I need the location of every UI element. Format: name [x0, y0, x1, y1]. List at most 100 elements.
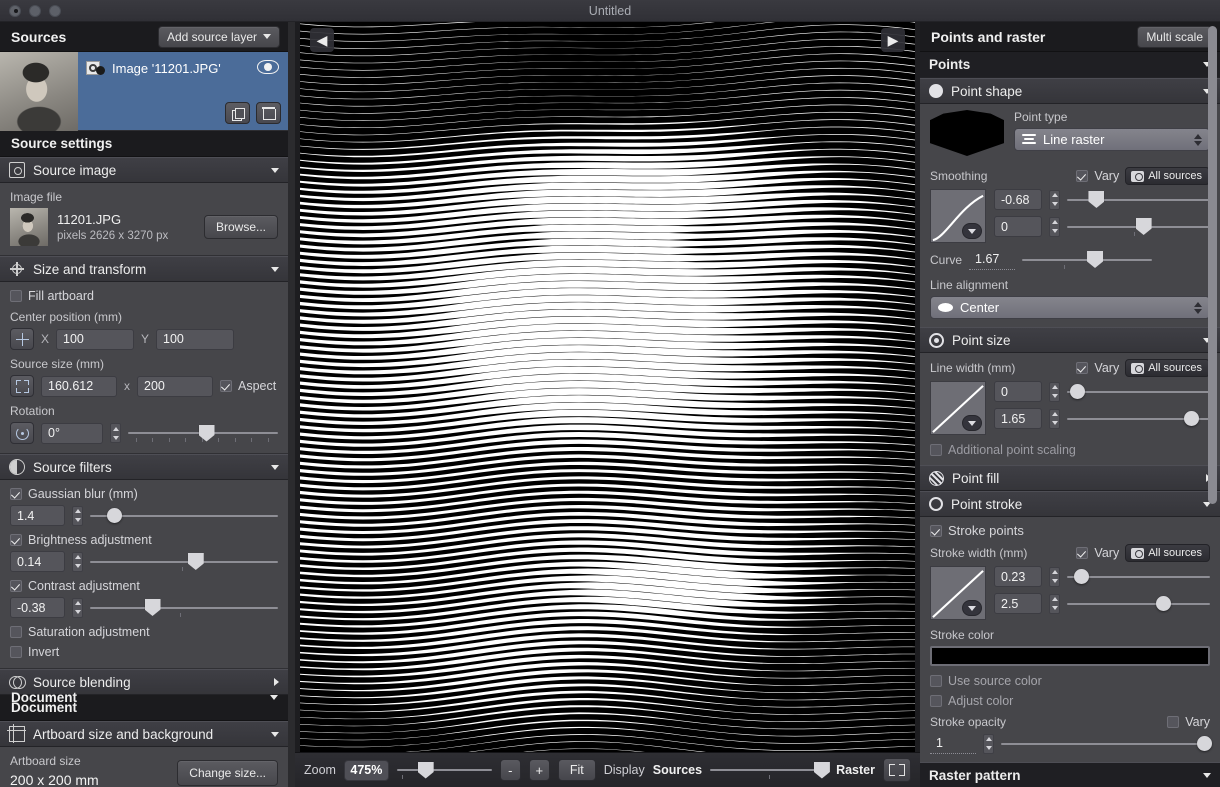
stroke-width-max-slider[interactable]	[1067, 594, 1210, 614]
point-type-select[interactable]: Line raster	[1014, 128, 1210, 151]
group-source-image[interactable]: Source image	[0, 157, 288, 183]
brightness-stepper[interactable]	[72, 551, 83, 572]
line-width-curve-dropdown[interactable]	[962, 415, 982, 431]
stroke-width-curve-preview[interactable]	[930, 566, 986, 620]
canvas-area[interactable]: ◀ ▶ Animation Zoom 475% - + Fit Display …	[295, 22, 920, 787]
group-size-and-transform[interactable]: Size and transform	[0, 256, 288, 282]
center-position-button[interactable]	[10, 328, 34, 350]
smoothing-min-stepper[interactable]	[1049, 189, 1060, 210]
multi-scale-button[interactable]: Multi scale	[1137, 25, 1212, 48]
add-source-layer-button[interactable]: Add source layer	[157, 25, 280, 48]
line-width-max-input[interactable]: 1.65	[994, 408, 1042, 429]
scrollbar-thumb[interactable]	[1208, 26, 1217, 504]
line-width-min-stepper[interactable]	[1049, 381, 1060, 402]
stroke-points-checkbox[interactable]: Stroke points	[930, 523, 1210, 538]
stroke-width-min-input[interactable]: 0.23	[994, 566, 1042, 587]
delete-layer-button[interactable]	[256, 102, 281, 124]
smoothing-curve-preview[interactable]	[930, 189, 986, 243]
visibility-eye-icon[interactable]	[257, 60, 279, 74]
fullscreen-button[interactable]	[883, 758, 911, 782]
stroke-width-max-stepper[interactable]	[1049, 593, 1060, 614]
gaussian-blur-slider-handle[interactable]	[106, 508, 122, 523]
line-width-min-slider[interactable]	[1067, 382, 1210, 402]
group-source-filters[interactable]: Source filters	[0, 454, 288, 480]
canvas-prev-button[interactable]: ◀	[310, 28, 334, 52]
chevron-down-icon[interactable]	[271, 464, 279, 470]
brightness-checkbox[interactable]: Brightness adjustment	[10, 533, 278, 547]
contrast-input[interactable]: -0.38	[10, 597, 65, 618]
line-width-curve-preview[interactable]	[930, 381, 986, 435]
gaussian-blur-checkbox[interactable]: Gaussian blur (mm)	[10, 487, 278, 501]
line-width-max-stepper[interactable]	[1049, 408, 1060, 429]
contrast-slider[interactable]	[90, 598, 278, 618]
line-alignment-select[interactable]: Center	[930, 296, 1210, 319]
gaussian-blur-input[interactable]: 1.4	[10, 505, 65, 526]
chevron-right-icon[interactable]	[274, 678, 279, 686]
stroke-opacity-slider[interactable]	[1001, 734, 1213, 754]
smoothing-min-slider[interactable]	[1067, 190, 1210, 210]
fit-button[interactable]: Fit	[557, 759, 596, 781]
fill-artboard-checkbox[interactable]: Fill artboard	[10, 289, 278, 303]
stroke-width-min-stepper[interactable]	[1049, 566, 1060, 587]
chevron-down-icon[interactable]	[271, 731, 279, 737]
stroke-width-vary-checkbox[interactable]: Vary	[1076, 546, 1119, 560]
brightness-slider[interactable]	[90, 552, 278, 572]
zoom-slider[interactable]	[396, 760, 492, 780]
aspect-checkbox[interactable]: Aspect	[220, 379, 276, 393]
line-width-min-input[interactable]: 0	[994, 381, 1042, 402]
group-points[interactable]: Points	[920, 52, 1220, 78]
stroke-width-min-slider[interactable]	[1067, 567, 1210, 587]
smoothing-max-stepper[interactable]	[1049, 216, 1060, 237]
smoothing-min-slider-handle[interactable]	[1088, 191, 1105, 208]
line-width-min-slider-handle[interactable]	[1069, 384, 1085, 399]
saturation-checkbox[interactable]: Saturation adjustment	[10, 625, 278, 639]
canvas-next-button[interactable]: ▶	[881, 28, 905, 52]
smoothing-max-input[interactable]: 0	[994, 216, 1042, 237]
stroke-width-min-slider-handle[interactable]	[1074, 569, 1090, 584]
smoothing-all-sources-button[interactable]: All sources	[1125, 167, 1210, 185]
smoothing-max-slider[interactable]	[1067, 217, 1210, 237]
adjust-color-checkbox[interactable]: Adjust color	[930, 694, 1210, 708]
display-blend-slider[interactable]	[710, 760, 830, 780]
smoothing-min-input[interactable]: -0.68	[994, 189, 1042, 210]
group-point-stroke[interactable]: Point stroke	[920, 491, 1220, 517]
brightness-input[interactable]: 0.14	[10, 551, 65, 572]
chevron-down-icon[interactable]	[1203, 772, 1211, 778]
stroke-opacity-input[interactable]: 1	[930, 733, 976, 754]
center-y-input[interactable]: 100	[156, 328, 235, 350]
stroke-opacity-vary-checkbox[interactable]: Vary	[1167, 715, 1210, 729]
gaussian-blur-stepper[interactable]	[72, 505, 83, 526]
stroke-opacity-slider-handle[interactable]	[1197, 736, 1213, 751]
document-chevron-down-icon[interactable]	[270, 695, 278, 700]
invert-checkbox[interactable]: Invert	[10, 645, 278, 659]
stroke-width-curve-dropdown[interactable]	[962, 600, 982, 616]
smoothing-vary-checkbox[interactable]: Vary	[1076, 169, 1119, 183]
rotation-stepper[interactable]	[110, 423, 121, 443]
curve-value-input[interactable]: 1.67	[969, 249, 1016, 270]
gaussian-blur-slider[interactable]	[90, 506, 278, 526]
group-point-shape[interactable]: Point shape	[920, 78, 1220, 104]
contrast-stepper[interactable]	[72, 597, 83, 618]
additional-point-scaling-checkbox[interactable]: Additional point scaling	[930, 443, 1210, 457]
group-artboard-size[interactable]: Artboard size and background	[0, 721, 288, 747]
browse-button[interactable]: Browse...	[203, 215, 278, 239]
stroke-opacity-stepper[interactable]	[983, 733, 994, 754]
curve-preset-dropdown[interactable]	[962, 223, 982, 239]
change-size-button[interactable]: Change size...	[177, 760, 278, 786]
center-x-input[interactable]: 100	[56, 328, 135, 350]
right-panel-scrollbar[interactable]	[1208, 26, 1217, 716]
duplicate-layer-button[interactable]	[225, 102, 250, 124]
stroke-width-all-sources-button[interactable]: All sources	[1125, 544, 1210, 562]
group-point-size[interactable]: Point size	[920, 327, 1220, 353]
chevron-down-icon[interactable]	[271, 266, 279, 272]
zoom-in-button[interactable]: +	[528, 759, 550, 781]
stroke-width-max-slider-handle[interactable]	[1155, 596, 1171, 611]
group-point-fill[interactable]: Point fill	[920, 465, 1220, 491]
rotation-reset-button[interactable]	[10, 422, 34, 444]
line-width-max-slider[interactable]	[1067, 409, 1210, 429]
stroke-color-swatch[interactable]	[930, 646, 1210, 666]
group-raster-pattern[interactable]: Raster pattern	[920, 762, 1220, 787]
artboard-canvas[interactable]: ◀ ▶	[300, 22, 915, 752]
rotation-input[interactable]: 0°	[41, 422, 103, 444]
line-width-all-sources-button[interactable]: All sources	[1125, 359, 1210, 377]
